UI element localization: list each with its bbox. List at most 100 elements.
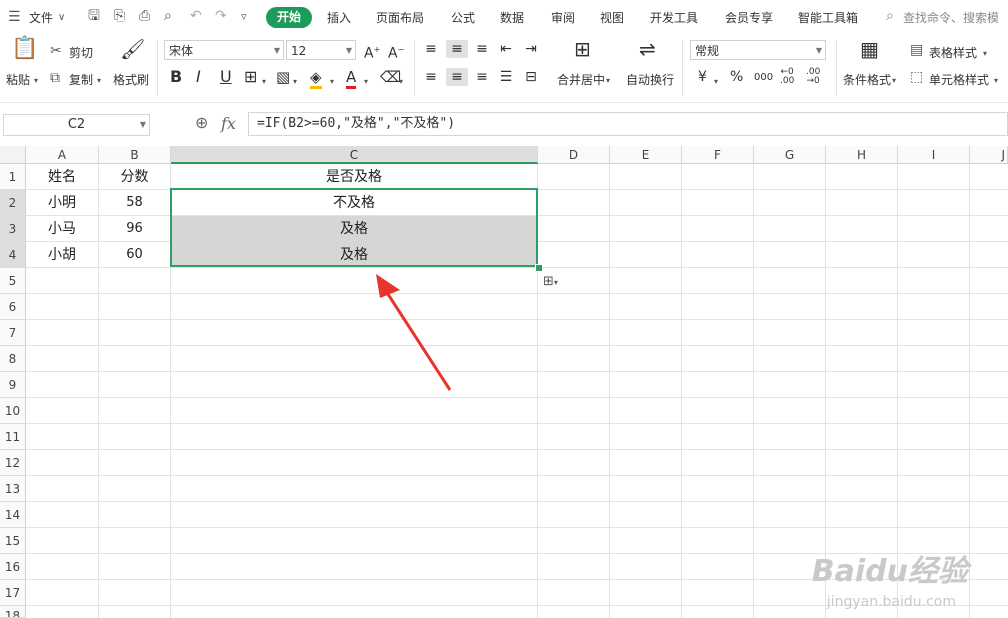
name-box[interactable]: C2 ▼ [3,114,150,136]
font-name-select[interactable]: 宋体 ▼ [164,40,284,60]
wrap-text-button[interactable]: 自动换行 [626,71,674,88]
merge-center-icon[interactable]: ⊞ [574,39,591,59]
number-format-select[interactable]: 常规 ▼ [690,40,826,60]
print-icon[interactable]: ⎙ [139,8,150,24]
fill-color-icon[interactable]: ◈ [310,68,322,89]
formula-input[interactable]: =IF(B2>=60,"及格","不及格") [248,112,1008,136]
font-color-dropdown-icon[interactable]: ▾ [364,74,368,90]
border-icon[interactable]: ⊞ [244,68,257,86]
currency-button[interactable]: ¥ [698,68,707,86]
paste-icon[interactable]: 📋 [11,38,38,60]
tab-insert[interactable]: 插入 [327,9,351,26]
column-header-e[interactable]: E [610,146,682,164]
row-header-7[interactable]: 7 [0,320,26,346]
cell-b1[interactable]: 分数 [99,164,170,190]
distribute-icon[interactable]: ⊟ [521,68,541,86]
font-color-icon[interactable]: A [346,68,357,89]
cell-style-button[interactable]: 单元格样式 [929,71,989,88]
cell-b4[interactable]: 60 [99,242,170,268]
chevron-down-icon[interactable]: ∨ [58,10,65,26]
align-center-icon[interactable]: ≡ [446,68,468,86]
row-header-12[interactable]: 12 [0,450,26,476]
paste-button[interactable]: 粘贴 [6,71,30,88]
tab-data[interactable]: 数据 [500,9,524,26]
row-header-13[interactable]: 13 [0,476,26,502]
tab-view[interactable]: 视图 [600,9,624,26]
row-header-17[interactable]: 17 [0,580,26,606]
fill-dropdown-icon[interactable]: ▾ [330,74,334,90]
increase-font-icon[interactable]: A+ [364,41,380,63]
table-style-button[interactable]: 表格样式 [929,44,977,61]
row-header-10[interactable]: 10 [0,398,26,424]
pattern-dropdown-icon[interactable]: ▾ [293,74,297,90]
column-header-h[interactable]: H [826,146,898,164]
tab-member[interactable]: 会员专享 [725,9,773,26]
row-header-2[interactable]: 2 [0,190,26,216]
tab-smart-toolbox[interactable]: 智能工具箱 [798,9,858,26]
row-header-16[interactable]: 16 [0,554,26,580]
column-header-f[interactable]: F [682,146,754,164]
merge-center-button[interactable]: 合并居中 [557,71,605,88]
justify-icon[interactable]: ☰ [496,68,516,86]
cell-style-dropdown-icon[interactable]: ▾ [994,73,998,89]
cell-a1[interactable]: 姓名 [26,164,98,190]
row-header-4[interactable]: 4 [0,242,26,268]
thousands-button[interactable]: 000 [754,69,773,87]
align-right-icon[interactable]: ≡ [472,68,492,86]
save-icon[interactable]: 🖫 [88,8,100,24]
align-left-icon[interactable]: ≡ [421,68,441,86]
cell-a4[interactable]: 小胡 [26,242,98,268]
conditional-format-icon[interactable]: ▦ [860,39,879,59]
cond-format-dropdown-icon[interactable]: ▾ [892,73,896,89]
wrap-text-icon[interactable]: ⇌ [639,39,656,59]
row-header-8[interactable]: 8 [0,346,26,372]
cell-a2[interactable]: 小明 [26,190,98,216]
italic-icon[interactable]: I [196,68,201,86]
merge-dropdown-icon[interactable]: ▾ [606,73,610,89]
row-header-14[interactable]: 14 [0,502,26,528]
scissors-icon[interactable]: ✂ [50,43,62,59]
tab-home[interactable]: 开始 [266,7,312,28]
file-menu[interactable]: 文件 [29,9,53,26]
row-header-6[interactable]: 6 [0,294,26,320]
currency-dropdown-icon[interactable]: ▾ [714,74,718,90]
row-header-1[interactable]: 1 [0,164,26,190]
cell-b2[interactable]: 58 [99,190,170,216]
column-header-a[interactable]: A [26,146,99,164]
zoom-formula-icon[interactable]: ⊕ [195,115,208,131]
tab-developer[interactable]: 开发工具 [650,9,698,26]
cut-button[interactable]: 剪切 [69,44,93,61]
customize-dropdown-icon[interactable]: ▿ [241,9,247,25]
conditional-format-button[interactable]: 条件格式 [843,71,891,88]
undo-icon[interactable]: ↶ [190,8,202,24]
fx-insert-function-icon[interactable]: fx [221,114,236,133]
format-painter-icon[interactable]: 🖌 [120,39,145,59]
align-bottom-icon[interactable]: ≡ [472,40,492,58]
row-header-18[interactable]: 18 [0,606,26,618]
align-top-icon[interactable]: ≡ [421,40,441,58]
row-header-3[interactable]: 3 [0,216,26,242]
copy-button[interactable]: 复制 [69,71,93,88]
align-middle-icon[interactable]: ≡ [446,40,468,58]
row-header-5[interactable]: 5 [0,268,26,294]
column-header-i[interactable]: I [898,146,970,164]
column-header-c[interactable]: C [171,146,538,164]
column-header-b[interactable]: B [99,146,171,164]
cell-b3[interactable]: 96 [99,216,170,242]
font-size-select[interactable]: 12 ▼ [286,40,356,60]
format-icon[interactable]: ⎘ [114,8,125,24]
row-header-11[interactable]: 11 [0,424,26,450]
column-header-d[interactable]: D [538,146,610,164]
redo-icon[interactable]: ↷ [215,8,227,24]
print-preview-icon[interactable]: ⌕ [164,8,172,24]
decrease-decimal-icon[interactable]: .00 →0 [806,68,820,86]
percent-button[interactable]: % [730,68,743,86]
row-header-9[interactable]: 9 [0,372,26,398]
tab-page-layout[interactable]: 页面布局 [376,9,424,26]
bold-icon[interactable]: B [170,68,182,86]
search-icon[interactable]: ⌕ [886,8,894,24]
cell-c4[interactable]: 及格 [171,242,537,268]
format-painter-button[interactable]: 格式刷 [113,71,149,88]
paste-dropdown-icon[interactable]: ▾ [34,73,38,89]
decrease-indent-icon[interactable]: ⇤ [496,40,516,58]
